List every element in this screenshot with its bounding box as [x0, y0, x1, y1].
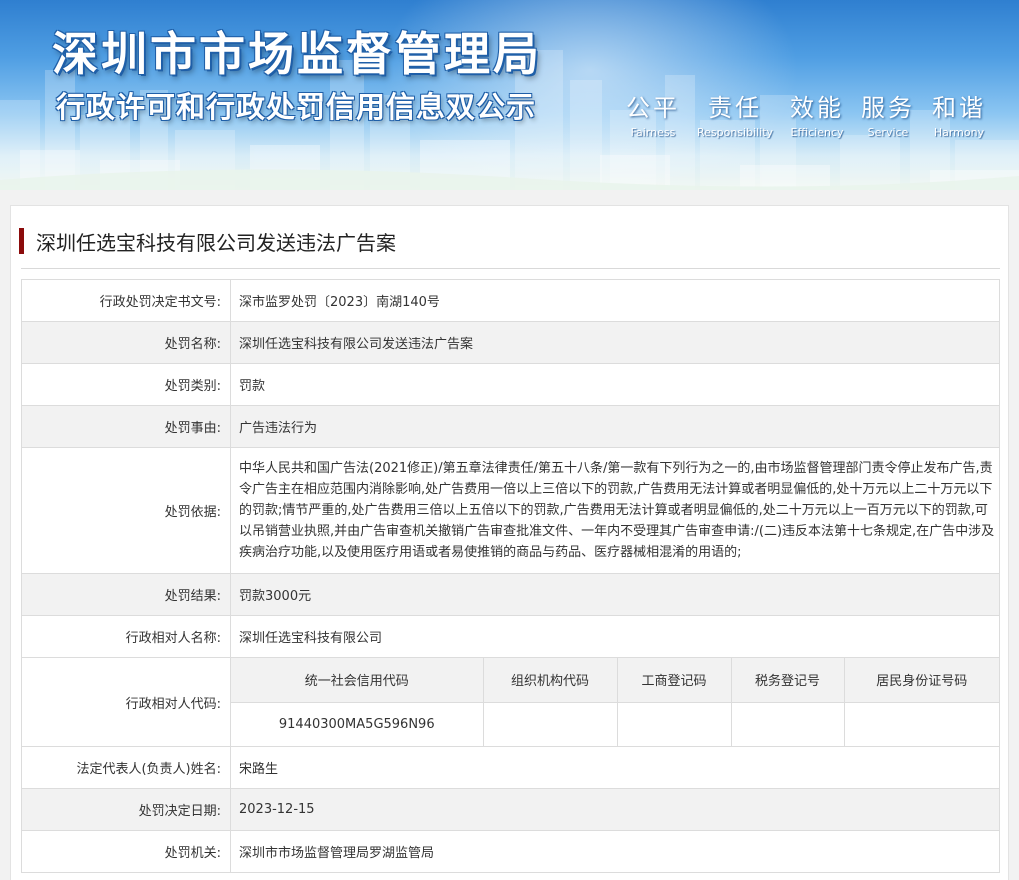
detail-panel: 深圳任选宝科技有限公司发送违法广告案 行政处罚决定书文号: 深市监罗处罚〔202… [10, 205, 1009, 880]
slogan-fairness: 公平 Fairness [626, 88, 680, 139]
title-divider [21, 268, 1000, 269]
value-penalty-basis: 中华人民共和国广告法(2021修正)/第五章法律责任/第五十八条/第一款有下列行… [239, 461, 995, 560]
value-legal-rep: 宋路生 [230, 746, 1000, 789]
slogan-en: Harmony [933, 126, 985, 139]
title-accent-bar [19, 228, 24, 254]
value-penalty-basis-cell: 中华人民共和国广告法(2021修正)/第五章法律责任/第五十八条/第一款有下列行… [230, 447, 1000, 574]
table-row-penalty-name: 处罚名称: 深圳任选宝科技有限公司发送违法广告案 [21, 321, 1000, 364]
slogan-service: 服务 Service [861, 88, 915, 139]
header-banner: 深圳市市场监督管理局 行政许可和行政处罚信用信息双公示 公平 Fairness … [0, 0, 1019, 190]
value-authority: 深圳市市场监督管理局罗湖监管局 [230, 830, 1000, 873]
table-row-penalty-result: 处罚结果: 罚款3000元 [21, 573, 1000, 616]
slogan-cn: 和谐 [931, 94, 986, 122]
value-decision-date: 2023-12-15 [230, 788, 1000, 831]
value-id-card-no [843, 701, 999, 746]
counterpart-code-cell: 统一社会信用代码 组织机构代码 工商登记码 税务登记号 居民身份证号码 9144… [230, 657, 1000, 747]
slogan-cn: 责任 [708, 94, 763, 122]
header-credit-code: 统一社会信用代码 [231, 658, 484, 703]
banner-title: 深圳市市场监督管理局 [52, 27, 542, 81]
slogan-cn: 效能 [790, 94, 845, 122]
value-penalty-reason: 广告违法行为 [230, 405, 1000, 448]
slogan-cn: 服务 [861, 94, 915, 122]
label-counterpart-code: 行政相对人代码: [21, 657, 231, 747]
table-row-doc-no: 行政处罚决定书文号: 深市监罗处罚〔2023〕南湖140号 [21, 279, 1000, 322]
slogan-cn: 公平 [626, 94, 680, 122]
table-row-penalty-reason: 处罚事由: 广告违法行为 [21, 405, 1000, 448]
table-row-decision-date: 处罚决定日期: 2023-12-15 [21, 788, 1000, 831]
label-counterpart-name: 行政相对人名称: [21, 615, 231, 658]
counterpart-code-table: 统一社会信用代码 组织机构代码 工商登记码 税务登记号 居民身份证号码 9144… [231, 658, 999, 746]
label-authority: 处罚机关: [21, 830, 231, 873]
case-title-text: 深圳任选宝科技有限公司发送违法广告案 [36, 230, 396, 255]
value-tax-reg-no [730, 701, 845, 746]
header-org-code: 组织机构代码 [482, 658, 618, 703]
penalty-info-table: 行政处罚决定书文号: 深市监罗处罚〔2023〕南湖140号 处罚名称: 深圳任选… [21, 279, 1000, 873]
value-penalty-result: 罚款3000元 [230, 573, 1000, 616]
slogan-en: Responsibility [696, 126, 774, 139]
slogan-group: 公平 Fairness 责任 Responsibility 效能 Efficie… [626, 88, 986, 139]
slogan-efficiency: 效能 Efficiency [790, 88, 844, 139]
value-business-reg-code [616, 701, 732, 746]
slogan-en: Fairness [630, 126, 676, 139]
table-row-counterpart-name: 行政相对人名称: 深圳任选宝科技有限公司 [21, 615, 1000, 658]
table-row-penalty-type: 处罚类别: 罚款 [21, 363, 1000, 406]
value-doc-no: 深市监罗处罚〔2023〕南湖140号 [230, 279, 1000, 322]
value-org-code [482, 701, 618, 746]
code-value-row: 91440300MA5G596N96 [231, 701, 999, 746]
label-penalty-reason: 处罚事由: [21, 405, 231, 448]
header-business-reg-code: 工商登记码 [616, 658, 732, 703]
label-legal-rep: 法定代表人(负责人)姓名: [21, 746, 231, 789]
value-credit-code: 91440300MA5G596N96 [231, 701, 484, 746]
value-penalty-type: 罚款 [230, 363, 1000, 406]
label-penalty-type: 处罚类别: [21, 363, 231, 406]
table-row-penalty-basis: 处罚依据: 中华人民共和国广告法(2021修正)/第五章法律责任/第五十八条/第… [21, 447, 1000, 574]
banner-subtitle: 行政许可和行政处罚信用信息双公示 [56, 90, 537, 124]
slogan-en: Efficiency [790, 126, 844, 139]
case-title: 深圳任选宝科技有限公司发送违法广告案 [19, 228, 396, 255]
slogan-en: Service [867, 126, 909, 139]
value-counterpart-name: 深圳任选宝科技有限公司 [230, 615, 1000, 658]
table-row-authority: 处罚机关: 深圳市市场监督管理局罗湖监管局 [21, 830, 1000, 873]
slogan-responsibility: 责任 Responsibility [697, 88, 773, 139]
code-header-row: 统一社会信用代码 组织机构代码 工商登记码 税务登记号 居民身份证号码 [231, 658, 999, 703]
header-id-card-no: 居民身份证号码 [843, 658, 999, 703]
table-row-legal-rep: 法定代表人(负责人)姓名: 宋路生 [21, 746, 1000, 789]
slogan-harmony: 和谐 Harmony [932, 88, 986, 139]
table-row-counterpart-code: 行政相对人代码: 统一社会信用代码 组织机构代码 工商登记码 税务登记号 居民身… [21, 657, 1000, 747]
header-tax-reg-no: 税务登记号 [730, 658, 845, 703]
label-penalty-name: 处罚名称: [21, 321, 231, 364]
value-penalty-name: 深圳任选宝科技有限公司发送违法广告案 [230, 321, 1000, 364]
label-decision-date: 处罚决定日期: [21, 788, 231, 831]
label-penalty-result: 处罚结果: [21, 573, 231, 616]
label-penalty-basis: 处罚依据: [21, 447, 231, 574]
label-doc-no: 行政处罚决定书文号: [21, 279, 231, 322]
